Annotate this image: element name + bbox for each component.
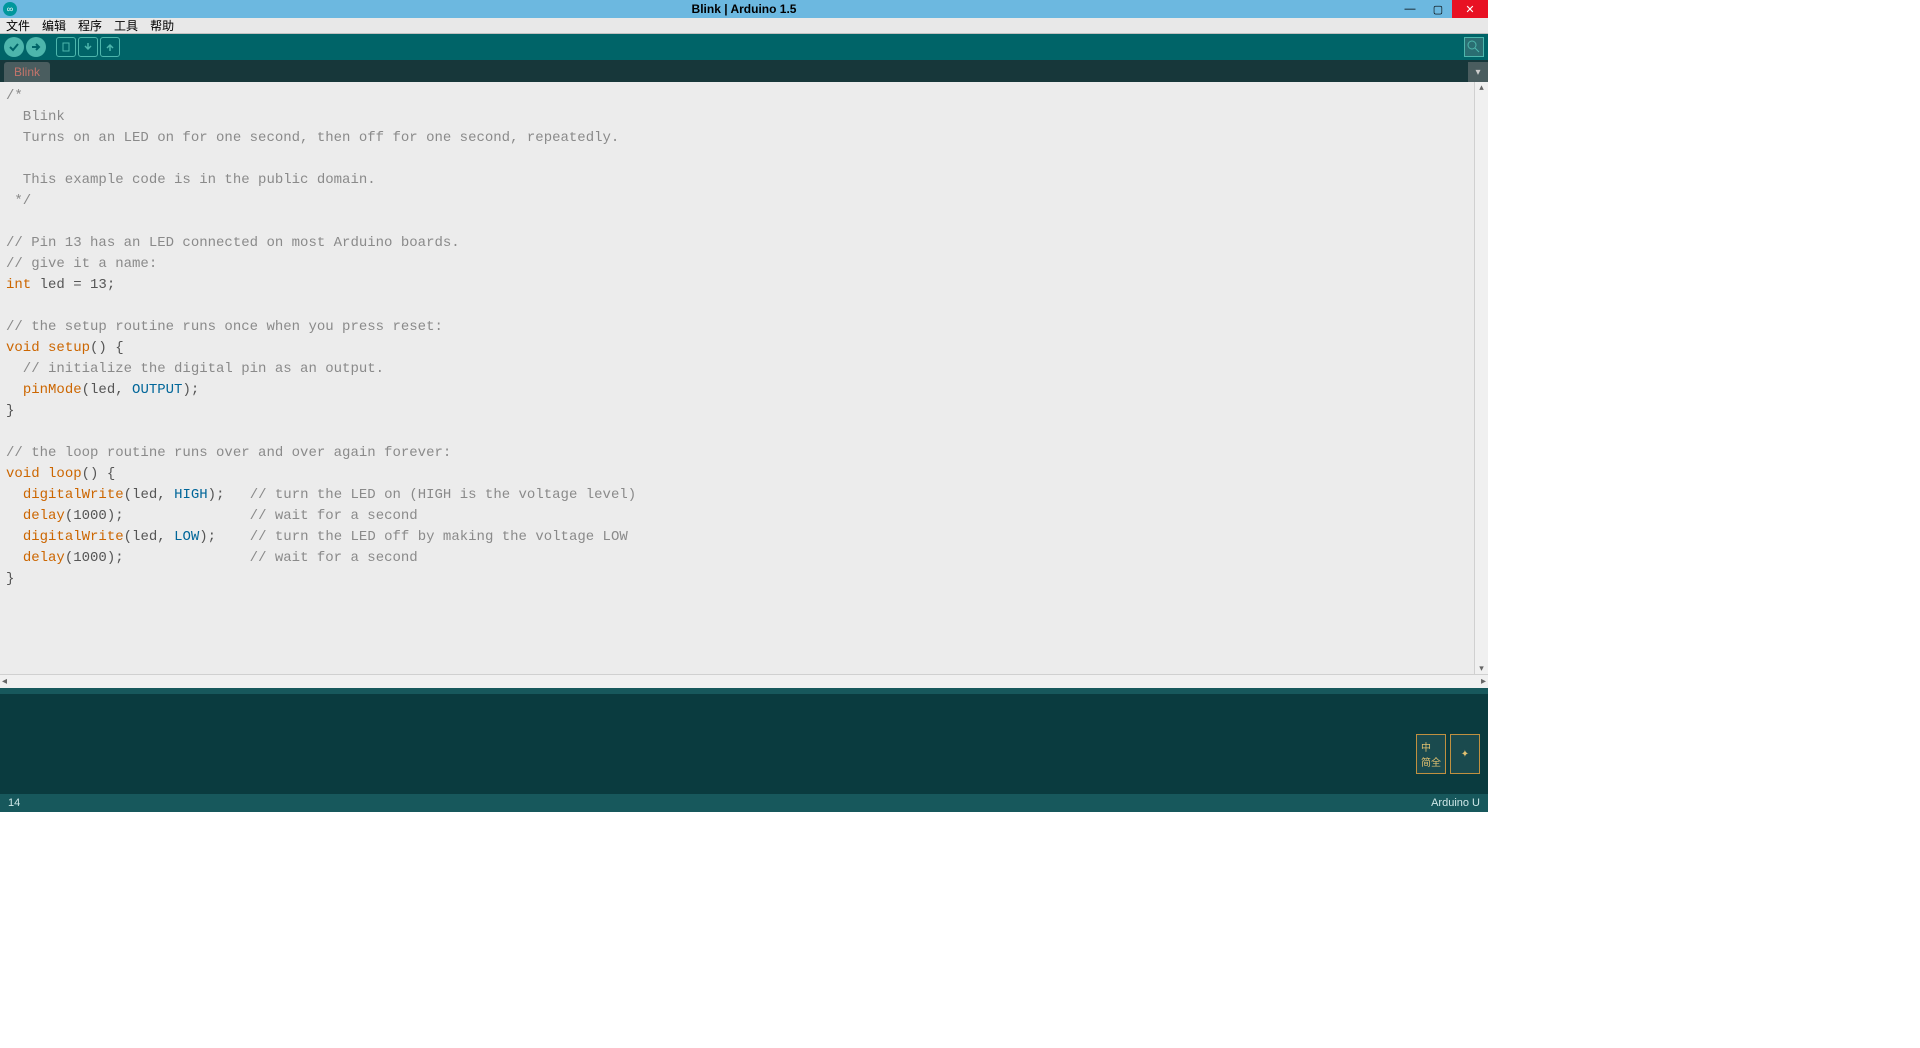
toolbar: [0, 34, 1488, 60]
titlebar: Blink | Arduino 1.5 — ▢ ✕: [0, 0, 1488, 18]
menubar: 文件 编辑 程序 工具 帮助: [0, 18, 1488, 34]
close-button[interactable]: ✕: [1452, 0, 1488, 18]
emblem-badge[interactable]: ✦: [1450, 734, 1480, 774]
status-line-number: 14: [8, 797, 20, 809]
verify-button[interactable]: [4, 37, 24, 57]
window-controls: — ▢ ✕: [1396, 0, 1488, 18]
tab-dropdown-button[interactable]: ▾: [1468, 62, 1488, 82]
save-button[interactable]: [100, 37, 120, 57]
menu-edit[interactable]: 编辑: [38, 17, 70, 34]
ime-badge[interactable]: 中简全: [1416, 734, 1446, 774]
code-editor[interactable]: /* Blink Turns on an LED on for one seco…: [0, 82, 1474, 674]
menu-sketch[interactable]: 程序: [74, 17, 106, 34]
maximize-button[interactable]: ▢: [1424, 0, 1452, 18]
statusbar: 14 Arduino U: [0, 794, 1488, 812]
open-button[interactable]: [78, 37, 98, 57]
status-board: Arduino U: [1431, 797, 1480, 809]
tray-badges: 中简全 ✦: [1416, 734, 1480, 774]
editor-area: /* Blink Turns on an LED on for one seco…: [0, 82, 1488, 674]
app-icon: [3, 2, 17, 16]
tab-blink[interactable]: Blink: [4, 62, 50, 82]
vertical-scrollbar[interactable]: ▴ ▾: [1474, 82, 1488, 674]
menu-help[interactable]: 帮助: [146, 17, 178, 34]
new-button[interactable]: [56, 37, 76, 57]
horizontal-scrollbar[interactable]: ◂▸: [0, 674, 1488, 688]
serial-monitor-button[interactable]: [1464, 37, 1484, 57]
minimize-button[interactable]: —: [1396, 0, 1424, 18]
tabbar: Blink ▾: [0, 60, 1488, 82]
console-output: 中简全 ✦: [0, 694, 1488, 794]
menu-tools[interactable]: 工具: [110, 17, 142, 34]
menu-file[interactable]: 文件: [2, 17, 34, 34]
window-title: Blink | Arduino 1.5: [692, 2, 797, 16]
upload-button[interactable]: [26, 37, 46, 57]
